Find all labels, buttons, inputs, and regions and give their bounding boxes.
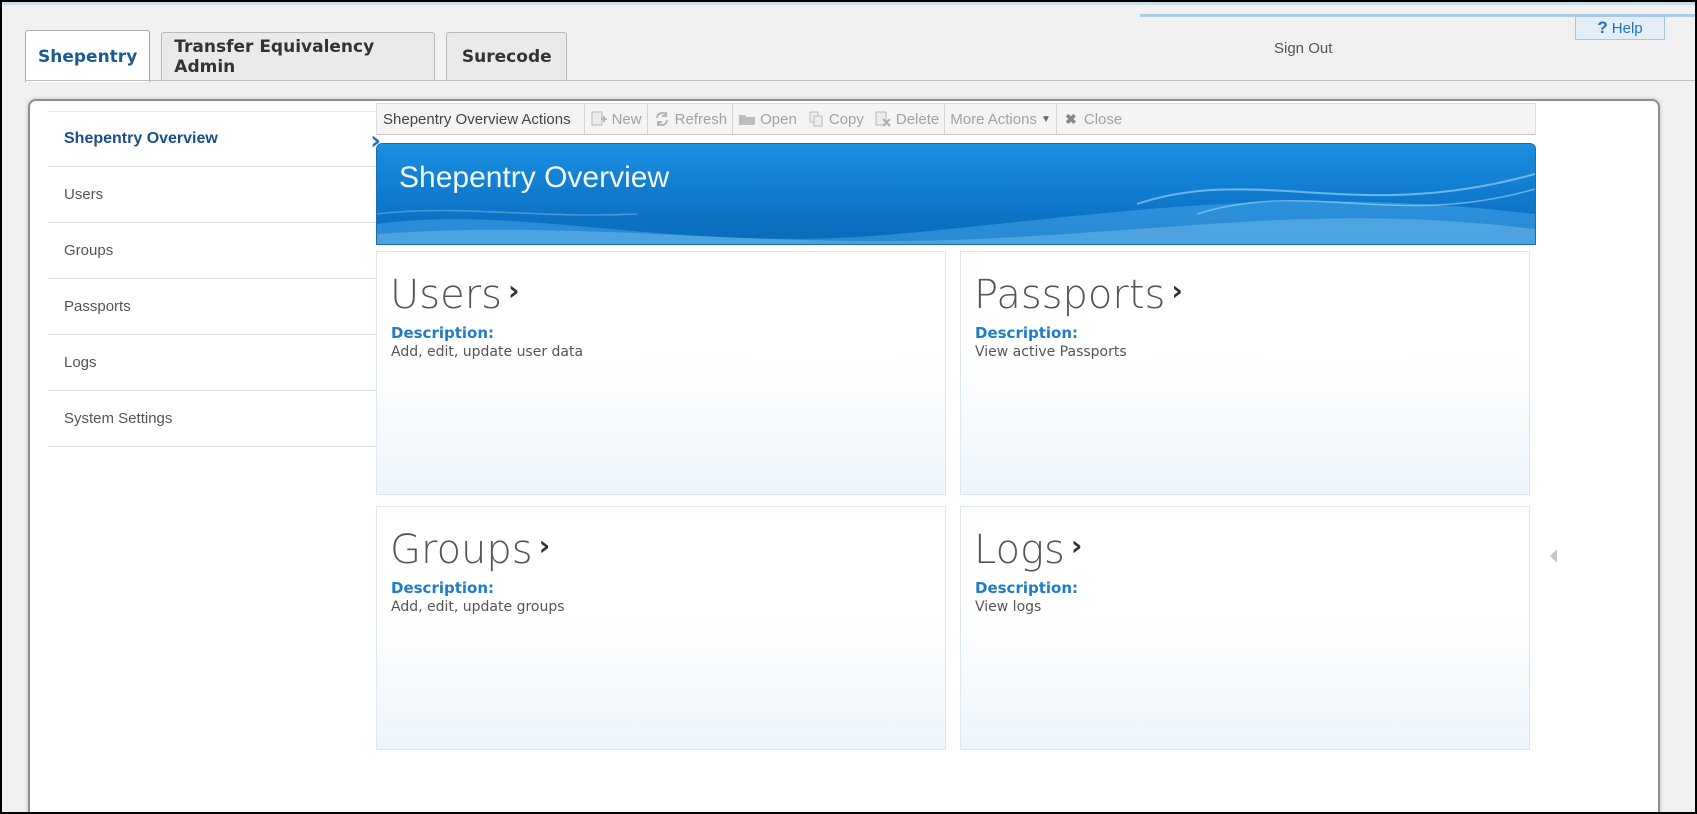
delete-button[interactable]: Delete — [869, 104, 946, 134]
sidebar-item-users[interactable]: Users — [48, 167, 398, 223]
card-title: Logs › — [974, 527, 1082, 573]
more-actions-label: More Actions — [950, 110, 1037, 128]
card-title-text: Logs — [974, 527, 1065, 573]
top-border — [2, 2, 1695, 5]
sidebar-item-logs[interactable]: Logs — [48, 335, 398, 391]
open-button[interactable]: Open — [733, 104, 802, 134]
card-title-text: Users — [390, 272, 503, 318]
card-description: Add, edit, update user data — [391, 344, 584, 360]
card-description-label: Description: — [391, 579, 495, 597]
sidebar-item-groups[interactable]: Groups — [48, 223, 398, 279]
sidebar-item-passports[interactable]: Passports — [48, 279, 398, 335]
refresh-button[interactable]: Refresh — [648, 104, 734, 134]
chevron-right-icon: › — [1171, 274, 1183, 307]
copy-icon — [807, 111, 825, 127]
close-button[interactable]: ✖ Close — [1057, 104, 1127, 134]
card-groups[interactable]: Groups › Description: Add, edit, update g… — [376, 506, 946, 750]
copy-label: Copy — [828, 110, 864, 128]
sidebar-item-label: Passports — [64, 298, 131, 315]
sidebar: Shepentry Overview › Users Groups Passpo… — [48, 111, 398, 447]
card-description-label: Description: — [975, 579, 1079, 597]
card-title-text: Groups — [390, 527, 533, 573]
sidebar-item-system-settings[interactable]: System Settings — [48, 391, 398, 447]
card-title: Passports › — [974, 272, 1183, 318]
card-passports[interactable]: Passports › Description: View active Pass… — [960, 251, 1530, 495]
content-panel: Shepentry Overview › Users Groups Passpo… — [28, 99, 1660, 812]
card-description: Add, edit, update groups — [391, 599, 565, 615]
sidebar-item-label: System Settings — [64, 410, 173, 427]
collapse-panel-icon[interactable] — [1550, 549, 1557, 563]
card-logs[interactable]: Logs › Description: View logs — [960, 506, 1530, 750]
card-description-label: Description: — [975, 324, 1079, 342]
card-title-text: Passports — [974, 272, 1166, 318]
sidebar-item-shepentry-overview[interactable]: Shepentry Overview › — [48, 111, 398, 167]
tab-transfer-equivalency-admin[interactable]: Transfer Equivalency Admin — [161, 32, 436, 80]
sidebar-item-label: Logs — [64, 354, 97, 371]
sidebar-item-label: Users — [64, 186, 104, 203]
copy-button[interactable]: Copy — [802, 104, 869, 134]
toolbar-title: Shepentry Overview Actions — [377, 104, 585, 134]
delete-doc-icon — [874, 111, 892, 127]
tab-surecode[interactable]: Surecode — [446, 32, 568, 80]
app-window: ? Help Sign Out Shepentry Transfer Equiv… — [0, 0, 1697, 814]
new-doc-icon — [590, 111, 608, 127]
close-label: Close — [1083, 110, 1123, 128]
card-description: View logs — [975, 599, 1042, 615]
new-label: New — [611, 110, 642, 128]
close-icon: ✖ — [1064, 111, 1077, 127]
refresh-label: Refresh — [674, 110, 728, 128]
help-label: Help — [1611, 19, 1643, 37]
question-icon: ? — [1597, 18, 1608, 37]
chevron-right-icon: › — [508, 274, 520, 307]
card-description: View active Passports — [975, 344, 1127, 360]
refresh-icon — [653, 111, 671, 127]
card-title: Groups › — [390, 527, 550, 573]
card-users[interactable]: Users › Description: Add, edit, update us… — [376, 251, 946, 495]
tab-bar: Shepentry Transfer Equivalency Admin Sur… — [25, 30, 568, 82]
sidebar-item-label: Groups — [64, 242, 114, 259]
tab-shepentry[interactable]: Shepentry — [25, 30, 151, 82]
new-button[interactable]: New — [585, 104, 648, 134]
folder-icon — [738, 111, 756, 127]
overview-banner: Shepentry Overview — [376, 143, 1536, 245]
sign-out-link[interactable]: Sign Out — [1274, 40, 1332, 57]
banner-title: Shepentry Overview — [399, 161, 670, 194]
more-actions-dropdown[interactable]: More Actions ▼ — [945, 104, 1057, 134]
chevron-right-icon: › — [1070, 529, 1083, 562]
actions-toolbar: Shepentry Overview Actions New Refresh O… — [376, 103, 1536, 135]
card-description-label: Description: — [391, 324, 495, 342]
delete-label: Delete — [895, 110, 940, 128]
caret-down-icon: ▼ — [1040, 113, 1051, 125]
tab-divider — [25, 80, 1695, 81]
card-title: Users › — [390, 272, 520, 318]
sidebar-item-label: Shepentry Overview — [64, 130, 218, 147]
chevron-right-icon: › — [538, 529, 551, 562]
open-label: Open — [760, 110, 797, 128]
help-button[interactable]: ? Help — [1575, 16, 1665, 40]
